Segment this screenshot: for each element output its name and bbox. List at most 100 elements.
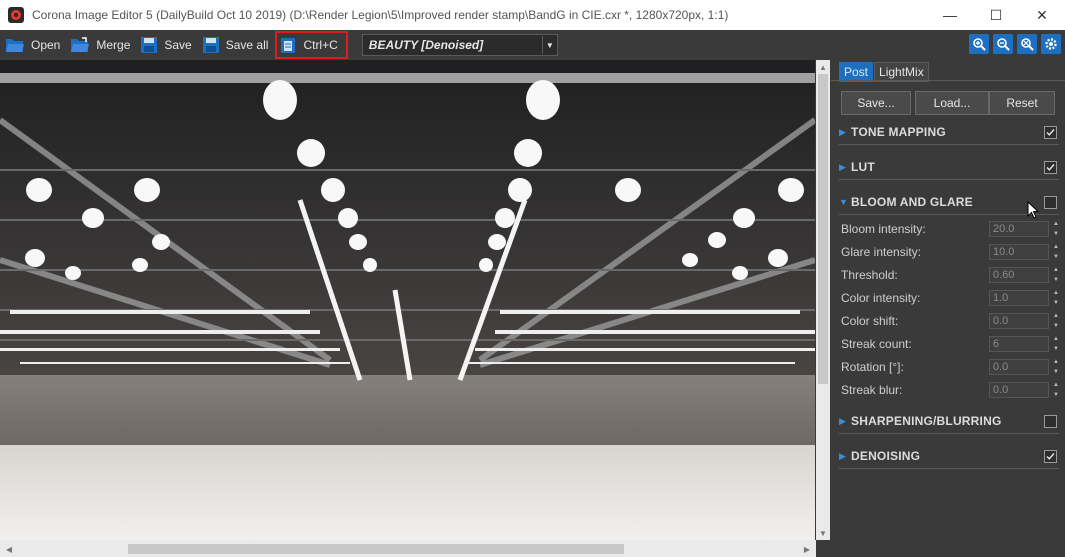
- param-label: Bloom intensity:: [841, 222, 926, 236]
- save-all-button[interactable]: Save all: [199, 33, 274, 57]
- window-title: Corona Image Editor 5 (DailyBuild Oct 10…: [32, 8, 729, 22]
- param-row: Bloom intensity: 20.0 ▲ ▼: [841, 219, 1061, 239]
- param-label: Color intensity:: [841, 291, 921, 305]
- minimize-button[interactable]: —: [927, 0, 973, 30]
- param-label: Threshold:: [841, 268, 898, 282]
- color-intensity-input[interactable]: 1.0: [989, 290, 1049, 306]
- save-button[interactable]: Save: [137, 33, 196, 57]
- viewport-horizontal-scrollbar[interactable]: ◀ ▶: [0, 540, 816, 557]
- section-label: BLOOM AND GLARE: [851, 195, 973, 209]
- zoom-in-button[interactable]: [969, 34, 989, 54]
- param-row: Threshold: 0.60 ▲ ▼: [841, 265, 1061, 285]
- param-row: Rotation [°]: 0.0 ▲ ▼: [841, 357, 1061, 377]
- sharpening-checkbox[interactable]: [1044, 414, 1057, 428]
- param-row: Color intensity: 1.0 ▲ ▼: [841, 288, 1061, 308]
- close-button[interactable]: ✕: [1019, 0, 1065, 30]
- spinner-arrows-icon[interactable]: ▲ ▼: [1051, 244, 1061, 260]
- scroll-right-icon[interactable]: ▶: [800, 542, 814, 556]
- spinner-arrows-icon[interactable]: ▲ ▼: [1051, 290, 1061, 306]
- section-label: TONE MAPPING: [851, 125, 946, 139]
- tab-post[interactable]: Post: [839, 62, 874, 82]
- settings-button[interactable]: [1041, 34, 1061, 54]
- panel-tabs: Post LightMix: [839, 62, 930, 82]
- viewport-vertical-scrollbar[interactable]: ▲ ▼: [816, 60, 830, 540]
- section-sharpening-blurring[interactable]: ▶ SHARPENING/BLURRING: [839, 409, 1059, 434]
- param-row: Streak count: 6 ▲ ▼: [841, 334, 1061, 354]
- section-bloom-and-glare[interactable]: ▼ BLOOM AND GLARE: [839, 190, 1059, 215]
- expand-arrow-icon: ▶: [839, 161, 846, 172]
- bloom-and-glare-checkbox[interactable]: [1044, 195, 1057, 209]
- checkmark-icon: [1046, 128, 1055, 136]
- bloom-intensity-input[interactable]: 20.0: [989, 221, 1049, 237]
- param-label: Color shift:: [841, 314, 899, 328]
- post-processing-panel: Post LightMix Save... Load... Reset ▶ TO…: [831, 60, 1065, 557]
- param-row: Glare intensity: 10.0 ▲ ▼: [841, 242, 1061, 262]
- folder-merge-icon: [71, 37, 90, 52]
- render-pass-value: BEAUTY [Denoised]: [368, 38, 484, 52]
- panel-save-button[interactable]: Save...: [841, 91, 911, 115]
- horizontal-scroll-thumb[interactable]: [128, 544, 624, 554]
- floppy-save-all-icon: [202, 37, 219, 53]
- zoom-fit-button[interactable]: [1017, 34, 1037, 54]
- panel-load-button[interactable]: Load...: [915, 91, 989, 115]
- spinner-arrows-icon[interactable]: ▲ ▼: [1051, 221, 1061, 237]
- merge-label: Merge: [96, 38, 131, 52]
- zoom-out-icon: [997, 38, 1010, 51]
- open-label: Open: [31, 38, 61, 52]
- open-button[interactable]: Open: [2, 33, 65, 57]
- section-lut[interactable]: ▶ LUT: [839, 155, 1059, 180]
- lut-checkbox[interactable]: [1044, 160, 1057, 174]
- streak-blur-input[interactable]: 0.0: [989, 382, 1049, 398]
- zoom-fit-icon: [1021, 38, 1034, 51]
- threshold-input[interactable]: 0.60: [989, 267, 1049, 283]
- spinner-arrows-icon[interactable]: ▲ ▼: [1051, 267, 1061, 283]
- save-label: Save: [164, 38, 192, 52]
- copy-to-clipboard-button[interactable]: Ctrl+C: [275, 31, 348, 59]
- scroll-left-icon[interactable]: ◀: [2, 542, 16, 556]
- expand-arrow-icon: ▶: [839, 126, 846, 137]
- save-all-label: Save all: [225, 38, 269, 52]
- spinner-arrows-icon[interactable]: ▲ ▼: [1051, 359, 1061, 375]
- expand-arrow-icon: ▶: [839, 450, 846, 461]
- spinner-arrows-icon[interactable]: ▲ ▼: [1051, 336, 1061, 352]
- corona-app-icon: [8, 7, 24, 23]
- section-denoising[interactable]: ▶ DENOISING: [839, 444, 1059, 469]
- mouse-cursor-icon: [1027, 201, 1039, 219]
- render-viewport[interactable]: [0, 60, 815, 540]
- toolbar: Open Merge Save Save all Ctrl+C BEAUTY […: [0, 31, 1065, 59]
- denoising-checkbox[interactable]: [1044, 449, 1057, 463]
- rotation-input[interactable]: 0.0: [989, 359, 1049, 375]
- merge-button[interactable]: Merge: [67, 33, 135, 57]
- color-shift-input[interactable]: 0.0: [989, 313, 1049, 329]
- param-label: Streak blur:: [841, 383, 903, 397]
- tone-mapping-checkbox[interactable]: [1044, 125, 1057, 139]
- streak-count-input[interactable]: 6: [989, 336, 1049, 352]
- section-label: SHARPENING/BLURRING: [851, 414, 1002, 428]
- chevron-down-icon: ▼: [541, 36, 557, 54]
- spinner-arrows-icon[interactable]: ▲ ▼: [1051, 382, 1061, 398]
- tab-divider: [831, 80, 1065, 81]
- clipboard-copy-icon: [281, 38, 296, 53]
- section-label: LUT: [851, 160, 875, 174]
- panel-reset-button[interactable]: Reset: [989, 91, 1055, 115]
- glare-intensity-input[interactable]: 10.0: [989, 244, 1049, 260]
- copy-label: Ctrl+C: [303, 38, 338, 52]
- render-pass-dropdown[interactable]: BEAUTY [Denoised] ▼: [361, 34, 558, 56]
- tab-lightmix[interactable]: LightMix: [874, 62, 929, 82]
- checkmark-icon: [1046, 163, 1055, 171]
- checkmark-icon: [1046, 452, 1055, 460]
- section-tone-mapping[interactable]: ▶ TONE MAPPING: [839, 120, 1059, 145]
- scroll-up-icon[interactable]: ▲: [816, 60, 830, 74]
- zoom-out-button[interactable]: [993, 34, 1013, 54]
- param-label: Glare intensity:: [841, 245, 922, 259]
- floppy-save-icon: [141, 37, 158, 53]
- param-row: Streak blur: 0.0 ▲ ▼: [841, 380, 1061, 400]
- maximize-button[interactable]: ☐: [973, 0, 1019, 30]
- spinner-arrows-icon[interactable]: ▲ ▼: [1051, 313, 1061, 329]
- param-label: Rotation [°]:: [841, 360, 904, 374]
- folder-open-icon: [6, 39, 24, 52]
- zoom-controls: [969, 34, 1061, 54]
- param-label: Streak count:: [841, 337, 912, 351]
- scroll-down-icon[interactable]: ▼: [816, 526, 830, 540]
- vertical-scroll-thumb[interactable]: [818, 74, 828, 384]
